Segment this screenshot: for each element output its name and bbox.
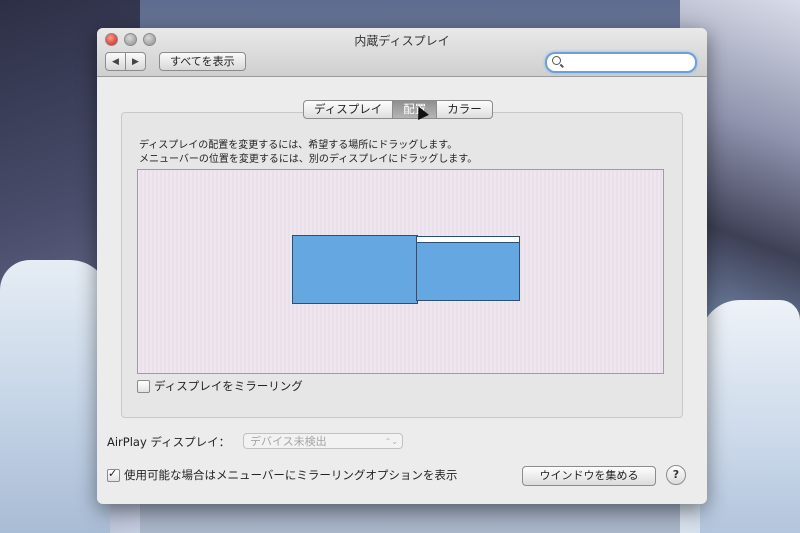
- back-button[interactable]: ◀: [106, 53, 125, 70]
- search-icon: [552, 56, 561, 65]
- forward-arrow-icon: ▶: [132, 56, 139, 67]
- tab-display[interactable]: ディスプレイ: [304, 101, 392, 118]
- window-title: 内蔵ディスプレイ: [354, 34, 450, 48]
- tab-bar: ディスプレイ 配置 カラー: [303, 100, 493, 119]
- display-main[interactable]: [292, 235, 418, 304]
- tab-color[interactable]: カラー: [436, 101, 492, 118]
- forward-button[interactable]: ▶: [125, 53, 145, 70]
- show-all-button[interactable]: すべてを表示: [159, 52, 246, 71]
- airplay-display-select: デバイス未検出 ⌃⌄: [243, 433, 403, 449]
- display-preferences-window: 内蔵ディスプレイ ◀ ▶ すべてを表示 ディスプレイ 配置 カラー ディスプレイ…: [97, 28, 707, 504]
- gather-windows-button[interactable]: ウインドウを集める: [522, 466, 656, 486]
- display-secondary[interactable]: [416, 236, 520, 301]
- airplay-selected-value: デバイス未検出: [250, 435, 327, 448]
- desktop-iceberg-left: [0, 260, 110, 533]
- nav-buttons: ◀ ▶: [105, 52, 146, 71]
- desktop-iceberg-right: [700, 300, 800, 533]
- mirror-displays-label: ディスプレイをミラーリング: [154, 379, 303, 393]
- show-mirroring-label: 使用可能な場合はメニューバーにミラーリングオプションを表示: [124, 468, 458, 482]
- search-field[interactable]: [545, 52, 697, 73]
- search-input[interactable]: [565, 54, 691, 73]
- mirror-displays-checkbox[interactable]: [137, 379, 150, 393]
- show-mirroring-checkbox[interactable]: [107, 467, 120, 482]
- menubar-indicator[interactable]: [417, 237, 519, 243]
- select-arrows-icon: ⌃⌄: [384, 437, 398, 446]
- titlebar: 内蔵ディスプレイ ◀ ▶ すべてを表示: [97, 28, 707, 77]
- mirror-displays-option[interactable]: ディスプレイをミラーリング: [137, 378, 303, 394]
- instruction-text-2: メニューバーの位置を変更するには、別のディスプレイにドラッグします。: [139, 154, 478, 165]
- show-mirroring-option[interactable]: 使用可能な場合はメニューバーにミラーリングオプションを表示: [107, 467, 457, 483]
- help-button[interactable]: ?: [666, 465, 686, 485]
- instruction-text-1: ディスプレイの配置を変更するには、希望する場所にドラッグします。: [139, 140, 458, 151]
- back-arrow-icon: ◀: [112, 56, 119, 67]
- airplay-display-label: AirPlay ディスプレイ：: [107, 435, 231, 449]
